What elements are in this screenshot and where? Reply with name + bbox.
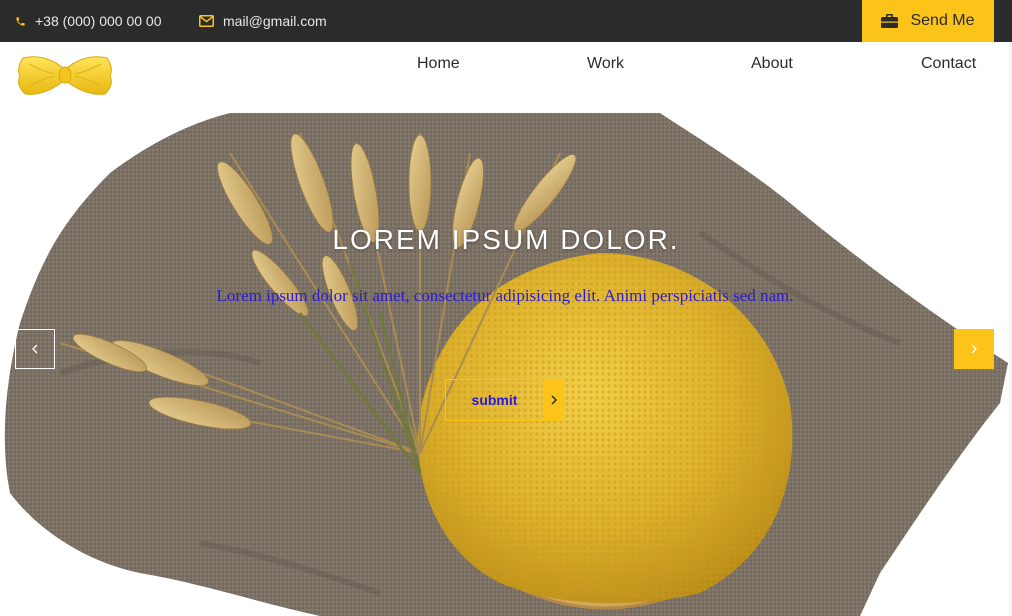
hero-subtitle: Lorem ipsum dolor sit amet, consectetur … <box>216 286 794 305</box>
nav-item-contact[interactable]: Contact <box>921 54 976 74</box>
hero-slider: LOREM IPSUM DOLOR. Lorem ipsum dolor sit… <box>0 113 1012 616</box>
phone-contact[interactable]: +38 (000) 000 00 00 <box>15 0 162 42</box>
hero-title: LOREM IPSUM DOLOR. <box>332 224 680 255</box>
top-bar: +38 (000) 000 00 00 mail@gmail.com Send … <box>0 0 1012 42</box>
chevron-left-icon <box>32 344 38 354</box>
farfalle-pasta-logo[interactable] <box>15 52 115 98</box>
wheat-millet-bowl-image <box>4 113 1008 616</box>
submit-button[interactable]: submit <box>445 379 564 421</box>
phone-number: +38 (000) 000 00 00 <box>35 13 162 29</box>
slider-prev-button[interactable] <box>15 329 55 369</box>
nav-item-work[interactable]: Work <box>587 54 624 74</box>
chevron-right-icon <box>544 379 564 421</box>
nav-item-home[interactable]: Home <box>417 54 460 74</box>
submit-label: submit <box>445 379 544 421</box>
briefcase-icon <box>881 14 899 28</box>
send-me-label: Send Me <box>910 12 975 29</box>
email-contact[interactable]: mail@gmail.com <box>199 0 327 42</box>
send-me-button[interactable]: Send Me <box>862 0 994 42</box>
phone-icon <box>16 16 25 26</box>
envelope-icon <box>199 15 214 27</box>
slider-next-button[interactable] <box>954 329 994 369</box>
email-address: mail@gmail.com <box>223 13 327 29</box>
chevron-right-icon <box>971 344 977 354</box>
nav-item-about[interactable]: About <box>751 54 793 74</box>
main-navbar: Home Work About Contact <box>0 42 1012 113</box>
